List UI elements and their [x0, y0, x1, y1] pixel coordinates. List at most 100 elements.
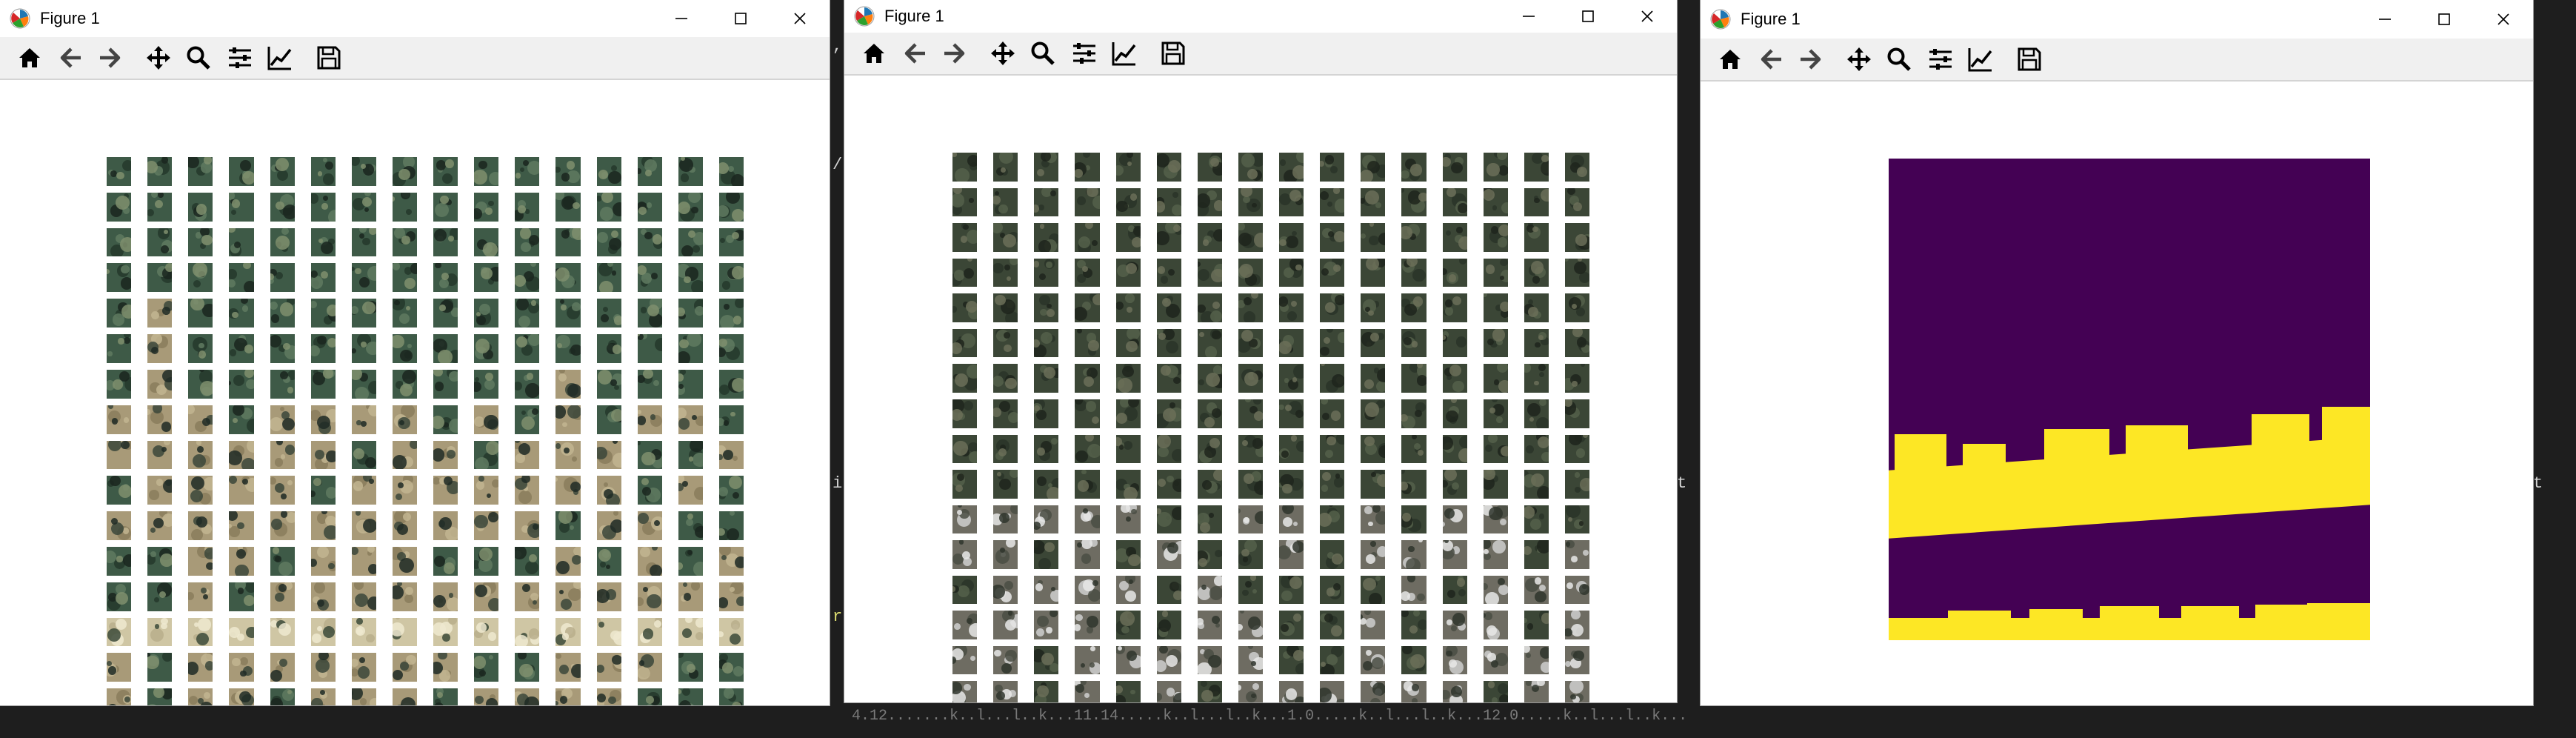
- back-button[interactable]: [901, 39, 930, 68]
- image-patch: [474, 263, 499, 293]
- image-patch: [637, 511, 662, 540]
- back-button[interactable]: [1757, 44, 1786, 74]
- maximize-button[interactable]: [2415, 0, 2474, 39]
- image-patch: [1156, 187, 1181, 217]
- image-patch: [1075, 645, 1100, 675]
- image-patch: [993, 364, 1018, 393]
- image-patch: [1361, 293, 1386, 322]
- close-button[interactable]: [1618, 0, 1677, 33]
- image-patch: [1401, 399, 1427, 428]
- close-button[interactable]: [770, 0, 830, 37]
- axes-edit-button[interactable]: [1110, 39, 1139, 68]
- image-patch: [392, 617, 417, 647]
- image-patch: [351, 440, 376, 470]
- image-patch: [1483, 187, 1508, 217]
- image-patch: [1238, 364, 1263, 393]
- image-patch: [555, 688, 581, 705]
- image-patch: [515, 263, 540, 293]
- image-patch: [1115, 470, 1141, 499]
- image-patch: [188, 476, 213, 505]
- image-patch: [1238, 328, 1263, 358]
- pan-button[interactable]: [1844, 44, 1874, 74]
- image-patch: [1238, 258, 1263, 287]
- image-patch: [1075, 153, 1100, 182]
- axes-edit-button[interactable]: [265, 43, 295, 73]
- minimize-icon: [2379, 19, 2391, 20]
- image-patch: [1483, 470, 1508, 499]
- terminal-fragment: ,: [832, 37, 843, 56]
- save-button[interactable]: [2015, 44, 2044, 74]
- minimize-button[interactable]: [652, 0, 711, 37]
- zoom-button[interactable]: [184, 43, 213, 73]
- image-patch: [1320, 223, 1345, 252]
- image-patch: [1156, 470, 1181, 499]
- image-patch: [637, 617, 662, 647]
- image-patch: [310, 546, 336, 576]
- image-patch: [718, 192, 744, 222]
- image-patch: [1279, 364, 1304, 393]
- subplots-button[interactable]: [1070, 39, 1099, 68]
- image-patch: [270, 157, 295, 186]
- image-patch: [555, 440, 581, 470]
- image-patch: [474, 546, 499, 576]
- image-patch: [188, 582, 213, 611]
- image-patch: [1442, 645, 1467, 675]
- image-patch: [596, 653, 621, 682]
- image-patch: [515, 299, 540, 328]
- image-patch: [1197, 223, 1222, 252]
- save-button[interactable]: [1158, 39, 1188, 68]
- minimize-button[interactable]: [2355, 0, 2415, 39]
- image-patch: [1442, 505, 1467, 534]
- image-patch: [1115, 575, 1141, 605]
- figure-window-3[interactable]: Figure 1: [1701, 0, 2533, 705]
- axes-edit-icon: [1968, 48, 1992, 72]
- subplots-button[interactable]: [225, 43, 255, 73]
- forward-button[interactable]: [95, 43, 124, 73]
- forward-button[interactable]: [1795, 44, 1825, 74]
- image-patch: [1320, 434, 1345, 464]
- image-patch: [1034, 470, 1059, 499]
- figure-canvas[interactable]: [0, 80, 830, 705]
- subplots-button[interactable]: [1926, 44, 1955, 74]
- image-patch: [596, 511, 621, 540]
- image-patch: [147, 582, 173, 611]
- image-patch: [1238, 434, 1263, 464]
- home-button[interactable]: [15, 43, 44, 73]
- axes-edit-button[interactable]: [1966, 44, 1995, 74]
- forward-button[interactable]: [939, 39, 969, 68]
- image-patch: [310, 263, 336, 293]
- image-patch: [392, 476, 417, 505]
- image-patch: [433, 617, 458, 647]
- image-patch: [351, 192, 376, 222]
- image-patch: [392, 653, 417, 682]
- image-patch: [1034, 153, 1059, 182]
- pan-button[interactable]: [144, 43, 173, 73]
- maximize-button[interactable]: [1558, 0, 1618, 33]
- maximize-button[interactable]: [711, 0, 770, 37]
- home-button[interactable]: [1715, 44, 1745, 74]
- close-button[interactable]: [2474, 0, 2533, 39]
- zoom-button[interactable]: [1884, 44, 1914, 74]
- figure-canvas[interactable]: [1701, 82, 2533, 705]
- pan-icon: [147, 46, 170, 70]
- image-patch: [1075, 328, 1100, 358]
- figure-canvas[interactable]: [844, 76, 1677, 702]
- pan-button[interactable]: [988, 39, 1018, 68]
- image-patch: [1401, 187, 1427, 217]
- back-button[interactable]: [56, 43, 86, 73]
- image-patch: [952, 187, 978, 217]
- image-patch-grid: [952, 153, 1589, 702]
- minimize-button[interactable]: [1499, 0, 1558, 33]
- image-patch: [351, 617, 376, 647]
- image-patch: [993, 434, 1018, 464]
- zoom-button[interactable]: [1028, 39, 1058, 68]
- figure-window-1[interactable]: Figure 1: [0, 0, 830, 705]
- image-patch: [1075, 399, 1100, 428]
- image-patch: [1564, 434, 1589, 464]
- home-button[interactable]: [859, 39, 889, 68]
- image-patch: [1156, 645, 1181, 675]
- save-button[interactable]: [314, 43, 344, 73]
- image-patch: [351, 582, 376, 611]
- image-patch: [952, 611, 978, 639]
- figure-window-2[interactable]: Figure 1: [844, 0, 1677, 702]
